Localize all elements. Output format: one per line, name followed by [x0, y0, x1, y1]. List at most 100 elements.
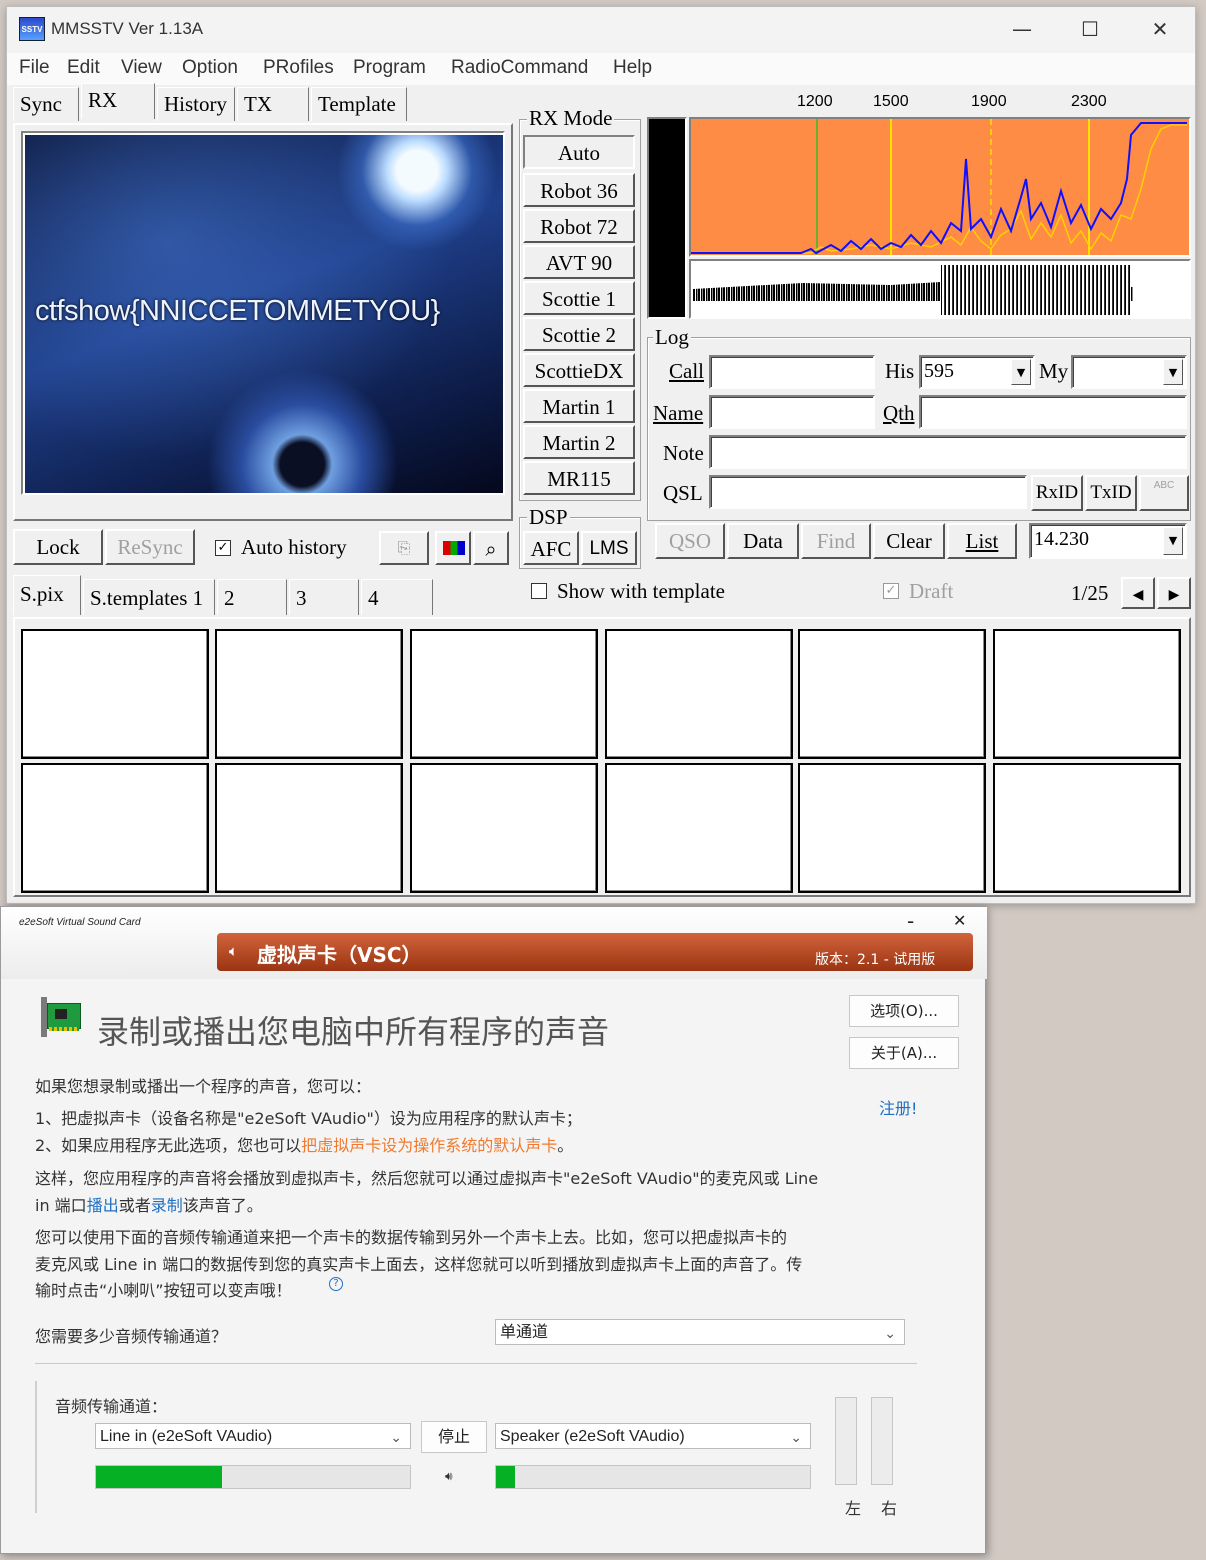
input-device-select[interactable]: Line in (e2eSoft VAudio) ⌄	[95, 1423, 411, 1449]
help-icon[interactable]: ?	[329, 1277, 343, 1291]
minimize-icon[interactable]: —	[1007, 17, 1037, 43]
channels-select[interactable]: 单通道 ⌄	[495, 1319, 905, 1345]
mode-robot36-button[interactable]: Robot 36	[523, 173, 635, 207]
call-field[interactable]	[709, 355, 875, 389]
data-button[interactable]: Data	[727, 523, 799, 559]
step2-text: 2、如果应用程序无此选项，您也可以把虚拟声卡设为操作系统的默认声卡。	[35, 1132, 573, 1156]
sstv-app-icon: SSTV	[19, 17, 45, 41]
vsc-minimize-icon[interactable]: -	[907, 909, 914, 933]
auto-history-checkbox[interactable]: ✓	[215, 540, 231, 556]
window-title: MMSSTV Ver 1.13A	[51, 19, 204, 38]
menu-profiles[interactable]: PRofiles	[263, 57, 334, 79]
playback-link[interactable]: 播出	[87, 1196, 119, 1215]
note-field[interactable]	[709, 435, 1187, 469]
options-button[interactable]: 选项(O)...	[849, 995, 959, 1027]
mode-martin2-button[interactable]: Martin 2	[523, 425, 635, 459]
thumbnail-slot[interactable]	[410, 629, 598, 759]
close-icon[interactable]: ✕	[1145, 17, 1175, 43]
menu-option[interactable]: Option	[182, 57, 238, 79]
draft-checkbox[interactable]: ✓	[883, 583, 899, 599]
tab-history[interactable]: History	[157, 87, 235, 121]
vsc-header[interactable]: e2eSoft Virtual Sound Card - ✕ 🔈︎ 虚拟声卡（V…	[1, 907, 987, 979]
list-button[interactable]: List	[947, 523, 1017, 559]
input-level-fill	[96, 1466, 222, 1488]
tab-template[interactable]: Template	[311, 87, 407, 121]
log-label: Log	[653, 325, 691, 350]
spectrum-graph	[691, 119, 1187, 255]
thumbnail-slot[interactable]	[798, 763, 986, 893]
record-link[interactable]: 录制	[151, 1196, 183, 1215]
rxid-button[interactable]: RxID	[1031, 475, 1083, 511]
qsl-field[interactable]	[709, 475, 1027, 509]
menu-help[interactable]: Help	[613, 57, 652, 79]
vsc-heading: 录制或播出您电脑中所有程序的声音	[97, 1013, 610, 1051]
show-with-template-checkbox[interactable]	[531, 583, 547, 599]
mode-auto-button[interactable]: Auto	[523, 135, 635, 169]
mode-scottie2-button[interactable]: Scottie 2	[523, 317, 635, 351]
mode-scottie1-button[interactable]: Scottie 1	[523, 281, 635, 315]
magnifier-icon[interactable]: ⌕	[473, 531, 509, 565]
tab-rx[interactable]: RX	[81, 83, 155, 119]
title-bar[interactable]: SSTV MMSSTV Ver 1.13A — ☐ ✕	[7, 7, 1195, 53]
tab-templates-3[interactable]: 3	[289, 579, 359, 615]
maximize-icon[interactable]: ☐	[1075, 17, 1105, 43]
tab-s-pix[interactable]: S.pix	[13, 575, 81, 615]
menu-file[interactable]: File	[19, 57, 50, 79]
menu-view[interactable]: View	[121, 57, 162, 79]
mode-robot72-button[interactable]: Robot 72	[523, 209, 635, 243]
output-device-select[interactable]: Speaker (e2eSoft VAudio) ⌄	[495, 1423, 811, 1449]
abc-button[interactable]: ABC	[1139, 475, 1189, 511]
copy-image-icon[interactable]: ⎘	[379, 531, 429, 565]
lms-button[interactable]: LMS	[581, 531, 637, 565]
his-dropdown[interactable]: 595 ▼	[919, 355, 1035, 389]
thumbnail-slot[interactable]	[410, 763, 598, 893]
color-bars-icon[interactable]	[435, 531, 471, 565]
resync-button[interactable]: ReSync	[105, 529, 195, 565]
mode-martin1-button[interactable]: Martin 1	[523, 389, 635, 423]
mode-avt90-button[interactable]: AVT 90	[523, 245, 635, 279]
menu-program[interactable]: Program	[353, 57, 426, 79]
tab-sync[interactable]: Sync	[13, 87, 79, 121]
mode-scottiedx-button[interactable]: ScottieDX	[523, 353, 635, 387]
prev-page-icon[interactable]: ◀	[1121, 577, 1155, 609]
qth-field[interactable]	[919, 395, 1187, 429]
thumbnail-slot[interactable]	[993, 763, 1181, 893]
lock-button[interactable]: Lock	[13, 529, 103, 565]
next-page-icon[interactable]: ▶	[1157, 577, 1191, 609]
menu-edit[interactable]: Edit	[67, 57, 100, 79]
tab-tx[interactable]: TX	[237, 87, 309, 121]
speaker-voice-change-icon[interactable]: 🔊︎	[445, 1469, 453, 1484]
thumbnail-slot[interactable]	[215, 763, 403, 893]
chevron-down-icon[interactable]: ▼	[1163, 359, 1183, 385]
transfer-text-line2: 麦克风或 Line in 端口的数据传到您的真实声卡上面去，这样您就可以听到播放…	[35, 1255, 803, 1274]
frequency-dropdown[interactable]: 14.230 ▼	[1029, 523, 1187, 559]
channels-value: 单通道	[500, 1324, 549, 1341]
thumbnail-slot[interactable]	[605, 763, 793, 893]
thumbnail-slot[interactable]	[605, 629, 793, 759]
clear-button[interactable]: Clear	[873, 523, 945, 559]
set-default-device-link[interactable]: 把虚拟声卡设为操作系统的默认声卡	[301, 1136, 557, 1155]
about-button[interactable]: 关于(A)...	[849, 1037, 959, 1069]
tab-templates-4[interactable]: 4	[361, 579, 433, 615]
tab-templates-2[interactable]: 2	[217, 579, 287, 615]
txid-button[interactable]: TxID	[1085, 475, 1137, 511]
thumbnail-slot[interactable]	[21, 629, 209, 759]
thumbnail-slot[interactable]	[993, 629, 1181, 759]
chevron-down-icon[interactable]: ▼	[1011, 359, 1031, 385]
afc-button[interactable]: AFC	[523, 531, 579, 565]
my-dropdown[interactable]: ▼	[1071, 355, 1187, 389]
register-link[interactable]: 注册!	[879, 1095, 917, 1119]
mode-mr115-button[interactable]: MR115	[523, 461, 635, 495]
menu-radiocommand[interactable]: RadioCommand	[451, 57, 588, 79]
find-button[interactable]: Find	[801, 523, 871, 559]
tab-s-templates-1[interactable]: S.templates 1	[83, 579, 215, 615]
chevron-down-icon: ⌄	[790, 1429, 802, 1445]
name-field[interactable]	[709, 395, 875, 429]
chevron-down-icon[interactable]: ▼	[1163, 527, 1183, 555]
thumbnail-slot[interactable]	[215, 629, 403, 759]
thumbnail-slot[interactable]	[798, 629, 986, 759]
vsc-close-icon[interactable]: ✕	[953, 911, 966, 930]
qso-button[interactable]: QSO	[655, 523, 725, 559]
thumbnail-slot[interactable]	[21, 763, 209, 893]
stop-button[interactable]: 停止	[421, 1421, 487, 1453]
